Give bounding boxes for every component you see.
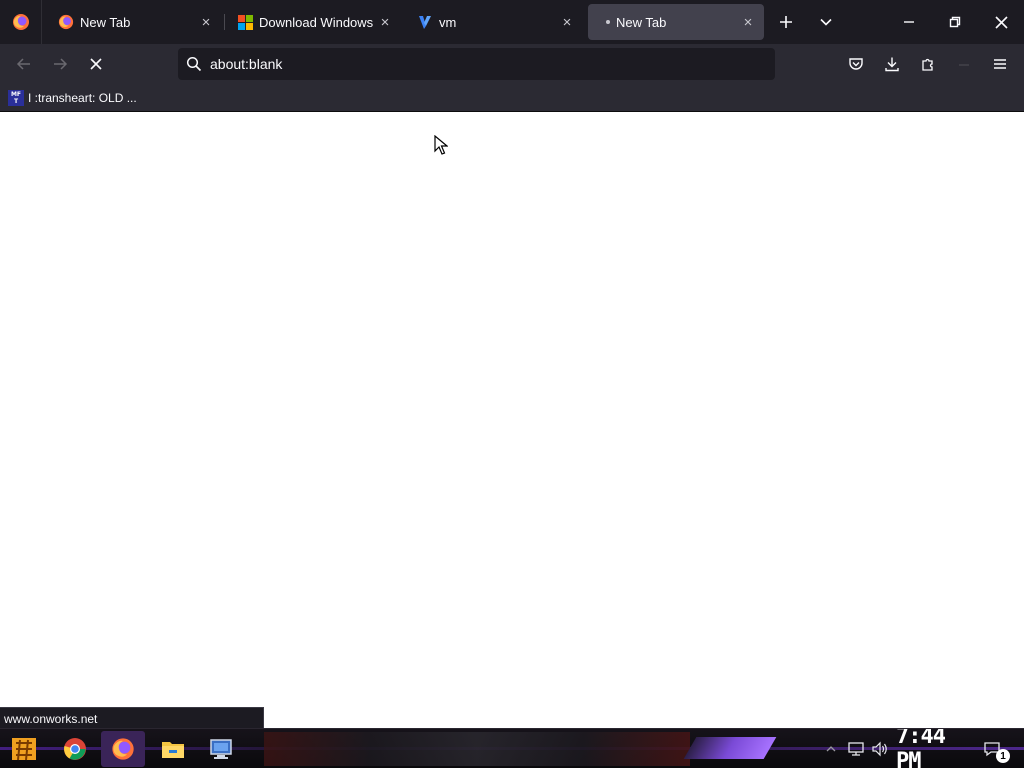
tab-new-tab-1[interactable]: New Tab × — [46, 4, 222, 40]
start-button[interactable] — [2, 731, 46, 767]
vm-logo-icon — [417, 14, 433, 30]
favicon-text: T — [13, 98, 19, 105]
status-link-tooltip: www.onworks.net — [0, 707, 264, 728]
tab-label: Download Windows 10 — [259, 14, 373, 30]
chevron-down-icon — [820, 18, 832, 26]
tab-vm[interactable]: vm × — [405, 4, 583, 40]
pocket-button[interactable] — [840, 48, 872, 80]
tab-label: New Tab — [80, 14, 131, 30]
bookmark-label: I :transheart: OLD ... — [28, 91, 137, 105]
computer-icon — [210, 739, 232, 759]
firefox-view-button[interactable] — [0, 0, 42, 44]
tab-label: vm — [439, 14, 457, 30]
account-icon — [959, 64, 969, 66]
hamburger-menu-icon — [994, 59, 1006, 69]
firefox-icon — [112, 738, 134, 760]
plus-icon — [780, 16, 792, 28]
firefox-icon — [58, 14, 74, 30]
tab-new-tab-active[interactable]: New Tab × — [588, 4, 764, 40]
taskbar-firefox[interactable] — [101, 731, 145, 767]
app-menu-button[interactable] — [984, 48, 1016, 80]
page-content[interactable] — [0, 113, 1024, 728]
taskbar-skin-decoration — [264, 732, 690, 766]
puzzle-piece-icon — [922, 58, 933, 71]
arrow-left-icon — [16, 58, 30, 70]
close-icon — [994, 15, 1008, 29]
url-text[interactable]: about:blank — [210, 56, 282, 72]
chrome-icon — [64, 738, 86, 760]
tab-label: New Tab — [616, 14, 667, 30]
windows-logo-icon — [237, 14, 253, 30]
close-tab-icon[interactable]: × — [555, 10, 579, 34]
firefox-icon — [12, 14, 29, 30]
list-all-tabs-button[interactable] — [810, 6, 842, 38]
taskbar: 7:44 PM 1 — [0, 728, 1024, 768]
volume-button[interactable] — [868, 729, 892, 768]
search-icon — [186, 56, 202, 72]
close-icon — [90, 58, 102, 70]
back-button[interactable] — [8, 48, 40, 80]
loading-dot-icon — [606, 20, 610, 24]
address-bar[interactable]: about:blank — [178, 48, 775, 80]
stop-loading-button[interactable] — [80, 48, 112, 80]
bookmarks-toolbar: MF T I :transheart: OLD ... — [0, 84, 1024, 112]
minimize-icon — [904, 21, 914, 23]
arrow-right-icon — [54, 58, 68, 70]
chevron-up-icon — [826, 746, 836, 752]
start-logo-icon — [12, 738, 36, 761]
close-tab-icon[interactable]: × — [736, 10, 760, 34]
minimize-button[interactable] — [886, 0, 932, 44]
taskbar-remote-desktop[interactable] — [199, 731, 243, 767]
close-tab-icon[interactable]: × — [194, 10, 218, 34]
notification-count-badge: 1 — [996, 749, 1010, 763]
forward-button[interactable] — [44, 48, 76, 80]
close-tab-icon[interactable]: × — [373, 10, 397, 34]
tab-strip: New Tab × Download Windows 10 × vm × — [0, 0, 1024, 44]
taskbar-file-explorer[interactable] — [151, 731, 195, 767]
speaker-icon — [872, 741, 887, 757]
bookmark-favicon: MF T — [8, 90, 24, 106]
bookmark-item[interactable]: MF T I :transheart: OLD ... — [8, 88, 137, 108]
downloads-button[interactable] — [876, 48, 908, 80]
clock[interactable]: 7:44 PM — [896, 729, 966, 768]
navigation-toolbar: about:blank — [0, 44, 1024, 84]
network-button[interactable] — [844, 729, 868, 768]
folder-icon — [162, 742, 184, 758]
show-hidden-icons-button[interactable] — [822, 729, 840, 768]
extensions-button[interactable] — [912, 48, 944, 80]
restore-button[interactable] — [932, 0, 978, 44]
account-button[interactable] — [948, 48, 980, 80]
taskbar-chrome[interactable] — [53, 731, 97, 767]
mouse-cursor-icon — [434, 135, 448, 155]
restore-icon — [949, 16, 961, 28]
close-window-button[interactable] — [978, 0, 1024, 44]
download-icon — [885, 57, 899, 72]
network-icon — [848, 742, 864, 756]
taskbar-skin-decoration — [683, 737, 777, 759]
pocket-icon — [849, 58, 863, 70]
tab-download-windows-10[interactable]: Download Windows 10 × — [225, 4, 401, 40]
new-tab-button[interactable] — [770, 6, 802, 38]
favicon-text: MF — [10, 91, 22, 98]
